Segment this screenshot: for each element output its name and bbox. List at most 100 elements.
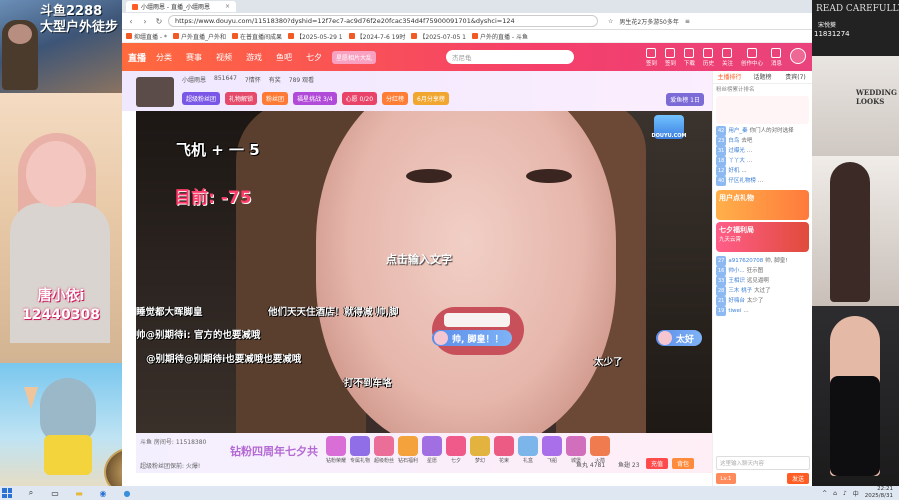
- app-icon[interactable]: ●: [122, 488, 132, 498]
- follow-button[interactable]: 关注: [722, 47, 733, 67]
- chat-message[interactable]: 27 a917620708 帅, 脚皇!: [716, 256, 809, 266]
- chat-message[interactable]: 42 用户_秦 你门人的对时选择: [716, 126, 809, 136]
- bookmark-item[interactable]: 户外的直播 - 斗鱼: [472, 32, 528, 41]
- anchor-avatar[interactable]: [136, 77, 174, 107]
- checkin-button[interactable]: 签到: [646, 47, 657, 67]
- user-name[interactable]: 丫丫大: [728, 156, 745, 166]
- user-name[interactable]: a917620708: [728, 256, 763, 266]
- anchor-name[interactable]: 小缰雨恩: [182, 75, 206, 84]
- signin-button[interactable]: 签到: [665, 47, 676, 67]
- bookmark-item[interactable]: 抑缰直播 - *: [126, 32, 167, 41]
- fashion-photo[interactable]: [812, 156, 899, 306]
- gift-item[interactable]: 专属礼物: [350, 436, 370, 464]
- lucky-challenge-pill[interactable]: 福星挑战 3/4: [293, 92, 337, 105]
- chat-message[interactable]: 21 好嗨台 太少了: [716, 296, 809, 306]
- chat-message[interactable]: 18 丫丫大...: [716, 156, 809, 166]
- file-explorer-icon[interactable]: ▬: [74, 488, 84, 498]
- gift-item[interactable]: 七夕: [446, 436, 466, 464]
- nav-item[interactable]: 游戏: [246, 52, 262, 63]
- bookmark-item[interactable]: 【2024-7-6 19时: [348, 32, 405, 41]
- close-icon[interactable]: ×: [225, 3, 230, 10]
- gift-item[interactable]: 火箭: [590, 436, 610, 464]
- user-name[interactable]: 帅小...: [728, 266, 744, 276]
- ime-indicator[interactable]: 中: [853, 489, 859, 498]
- user-name[interactable]: 过曝光: [728, 146, 745, 156]
- user-name[interactable]: 三木 桃子: [728, 286, 752, 296]
- recharge-button[interactable]: 充值: [646, 458, 668, 469]
- rank-list[interactable]: [716, 96, 809, 124]
- gift-item[interactable]: 花束: [494, 436, 514, 464]
- wedding-photo[interactable]: WEDDING LOOKS: [812, 56, 899, 156]
- streamer-card[interactable]: 唐小依i 12440308: [0, 93, 122, 363]
- gift-item[interactable]: 礼盒: [518, 436, 538, 464]
- fans-pill[interactable]: 粉丝团: [262, 92, 289, 105]
- browser-icon[interactable]: ◉: [98, 488, 108, 498]
- user-name[interactable]: 用户_秦: [728, 126, 747, 136]
- gift-item[interactable]: 飞船: [542, 436, 562, 464]
- bookmark-item[interactable]: 户外直播_户外和: [172, 32, 226, 41]
- bookmark-item[interactable]: 【2025-07-05 1: [411, 32, 466, 41]
- hot-event-badge[interactable]: 星愿相片大乱: [332, 50, 377, 64]
- gift-promo-banner[interactable]: 用户点礼物: [716, 190, 809, 220]
- start-button[interactable]: [2, 488, 12, 498]
- gift-item[interactable]: 梦幻: [470, 436, 490, 464]
- click-to-type-hint[interactable]: 点击输入文字: [386, 251, 452, 267]
- chat-message[interactable]: 19 tiwei...: [716, 306, 809, 316]
- download-button[interactable]: 下载: [684, 47, 695, 67]
- wish-pill[interactable]: 心愿 0/20: [341, 92, 378, 105]
- search-icon[interactable]: ⌕: [26, 488, 36, 498]
- streamer-card-right[interactable]: READ CAREFULLY 宋悦葵 11831274: [812, 0, 899, 56]
- video-player[interactable]: DOUYU.COM 飞机 + 一 5 目前: -75 点击输入文字 睡觉都大晖脚…: [136, 111, 712, 433]
- back-icon[interactable]: ‹: [126, 16, 136, 26]
- message-button[interactable]: 消息: [771, 47, 782, 67]
- bookmark-item[interactable]: 【2025-05-29 1: [288, 32, 343, 41]
- chat-message[interactable]: 23 白鸟 去吧: [716, 136, 809, 146]
- history-button[interactable]: 历史: [703, 47, 714, 67]
- refresh-icon[interactable]: ↻: [154, 16, 164, 26]
- nav-item[interactable]: 赛事: [186, 52, 202, 63]
- outdoor-stream-thumbnail[interactable]: 斗鱼2288 大型户外徒步: [0, 0, 122, 93]
- tab-vip[interactable]: 贵宾(7): [779, 71, 812, 83]
- clock[interactable]: 22:21 2025/8/31: [865, 486, 893, 500]
- user-name[interactable]: 仔区礼物榜: [728, 176, 756, 186]
- star-icon[interactable]: ☆: [608, 18, 613, 25]
- gift-item[interactable]: 星愿: [422, 436, 442, 464]
- portrait-photo[interactable]: [812, 306, 899, 486]
- search-input[interactable]: 杰尼龟: [446, 50, 575, 64]
- backpack-button[interactable]: 背包: [672, 458, 694, 469]
- user-avatar[interactable]: [790, 47, 806, 64]
- chat-message[interactable]: 16 帅小... 狂示图: [716, 266, 809, 276]
- tab-anchor-rank[interactable]: 主播排行: [713, 71, 746, 83]
- user-name[interactable]: tiwei: [728, 306, 741, 316]
- gift-item[interactable]: 超级粉丝: [374, 436, 394, 464]
- tab-topics[interactable]: 话题榜: [746, 71, 779, 83]
- qixi-promo-banner[interactable]: 七夕福利局 九天云霄: [716, 222, 809, 252]
- user-name[interactable]: 白鸟: [728, 136, 739, 146]
- nav-item[interactable]: 分类: [156, 52, 172, 63]
- user-name[interactable]: 好机: [728, 166, 739, 176]
- task-view-icon[interactable]: ▭: [50, 488, 60, 498]
- bookmark-item[interactable]: 在普直播间成果: [232, 32, 282, 41]
- fish-rank-badge[interactable]: 爱鱼榜 1日: [666, 93, 704, 106]
- user-name[interactable]: 王相识: [728, 276, 745, 286]
- volume-icon[interactable]: ♪: [843, 490, 847, 497]
- send-button[interactable]: 发送: [787, 473, 809, 484]
- url-input[interactable]: https://www.douyu.com/11518380?dyshid=12…: [168, 15, 598, 27]
- tray-arrow-icon[interactable]: ^: [822, 490, 827, 497]
- user-level-badge[interactable]: Lv.1: [716, 473, 736, 484]
- search-suggestion[interactable]: 男生花2万多游50多年: [619, 17, 678, 26]
- nav-item[interactable]: 七夕: [306, 52, 322, 63]
- gift-item[interactable]: 城堡: [566, 436, 586, 464]
- user-name[interactable]: 好嗨台: [728, 296, 745, 306]
- chat-message[interactable]: 12 好机...: [716, 166, 809, 176]
- chat-message[interactable]: 40 仔区礼物榜...: [716, 176, 809, 186]
- menu-icon[interactable]: ≡: [685, 18, 690, 25]
- chat-message[interactable]: 31 过曝光...: [716, 146, 809, 156]
- gift-item[interactable]: 钻石福利: [398, 436, 418, 464]
- dividend-pill[interactable]: 分红榜: [382, 92, 409, 105]
- gift-unlock-pill[interactable]: 礼物解锁: [225, 92, 258, 105]
- chat-message[interactable]: 33 王相识 远见逼啊: [716, 276, 809, 286]
- chat-input[interactable]: 这里输入聊天内容: [716, 456, 810, 470]
- browser-tab[interactable]: 小缰雨恩 - 直播_小缰雨恩 ×: [126, 1, 236, 12]
- gift-item[interactable]: 钻粉荣耀: [326, 436, 346, 464]
